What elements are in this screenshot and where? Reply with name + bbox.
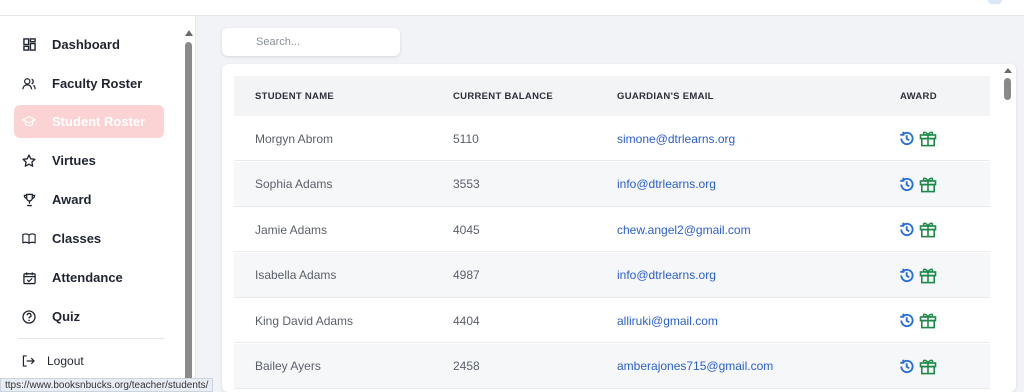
balance-cell: 2458 xyxy=(453,359,480,373)
guardian-email-link[interactable]: simone@dtrlearns.org xyxy=(617,116,735,161)
trophy-icon xyxy=(22,193,36,207)
column-header-current-balance[interactable]: CURRENT BALANCE xyxy=(453,91,553,102)
table-row[interactable]: Bailey Ayers 2458 amberajones715@gmail.com xyxy=(234,343,990,389)
table-row[interactable]: Jamie Adams 4045 chew.angel2@gmail.com xyxy=(234,207,990,252)
sidebar: Dashboard Faculty Roster Student Roster … xyxy=(0,16,196,392)
guardian-email-link[interactable]: info@dtrlearns.org xyxy=(617,253,716,298)
sidebar-item-label: Classes xyxy=(52,231,102,246)
table-row[interactable]: Sophia Adams 3553 info@dtrlearns.org xyxy=(234,161,990,207)
balance-cell: 3553 xyxy=(453,177,480,191)
history-icon[interactable] xyxy=(898,267,915,284)
sidebar-item-label: Attendance xyxy=(52,270,123,285)
users-icon xyxy=(22,77,36,91)
table-row[interactable]: King David Adams 4404 alliruki@gmail.com xyxy=(234,298,990,343)
balance-cell: 4404 xyxy=(453,313,480,328)
table-scrollbar[interactable] xyxy=(1002,64,1014,392)
graduation-cap-icon xyxy=(22,115,36,129)
logout-label: Logout xyxy=(47,354,84,368)
student-table-card: STUDENT NAME CURRENT BALANCE GUARDIAN'S … xyxy=(222,64,1016,392)
sidebar-item-attendance[interactable]: Attendance xyxy=(14,261,164,294)
student-name-cell: Isabella Adams xyxy=(255,268,337,282)
question-circle-icon xyxy=(22,309,36,324)
sidebar-item-label: Student Roster xyxy=(52,114,146,129)
history-icon[interactable] xyxy=(898,176,915,193)
star-icon xyxy=(22,153,36,168)
logout-button[interactable]: Logout xyxy=(14,348,84,374)
table-row[interactable]: Morgyn Abrom 5110 simone@dtrlearns.org xyxy=(234,116,990,161)
sidebar-item-award[interactable]: Award xyxy=(14,183,164,216)
sidebar-item-label: Virtues xyxy=(52,153,96,168)
top-bar xyxy=(0,0,1024,16)
award-actions xyxy=(898,207,937,252)
sidebar-item-virtues[interactable]: Virtues xyxy=(14,144,164,177)
history-icon[interactable] xyxy=(898,312,915,329)
table-header: STUDENT NAME CURRENT BALANCE GUARDIAN'S … xyxy=(234,76,990,116)
sidebar-item-quiz[interactable]: Quiz xyxy=(14,300,164,333)
avatar[interactable] xyxy=(988,0,1002,4)
sidebar-item-dashboard[interactable]: Dashboard xyxy=(14,28,164,61)
student-name-cell: Jamie Adams xyxy=(255,222,328,237)
balance-cell: 5110 xyxy=(453,131,479,146)
gift-icon[interactable] xyxy=(919,221,937,238)
table-scrollbar-thumb[interactable] xyxy=(1004,78,1011,100)
gift-icon[interactable] xyxy=(919,312,937,329)
student-name-cell: King David Adams xyxy=(255,313,354,328)
gift-icon[interactable] xyxy=(919,358,937,375)
gift-icon[interactable] xyxy=(919,130,937,147)
scroll-up-arrow-icon[interactable] xyxy=(185,30,193,36)
sidebar-item-label: Quiz xyxy=(52,309,81,324)
book-icon xyxy=(22,232,36,246)
award-actions xyxy=(898,253,937,298)
student-name-cell: Sophia Adams xyxy=(255,177,333,191)
scroll-up-arrow-icon[interactable] xyxy=(1004,68,1012,73)
sidebar-item-classes[interactable]: Classes xyxy=(14,222,164,255)
table-row[interactable]: Isabella Adams 4987 info@dtrlearns.org xyxy=(234,252,990,298)
logout-icon xyxy=(22,355,35,367)
award-actions xyxy=(898,116,937,161)
sidebar-scrollbar[interactable] xyxy=(184,28,194,392)
sidebar-scrollbar-thumb[interactable] xyxy=(185,42,192,388)
history-icon[interactable] xyxy=(898,358,915,375)
award-actions xyxy=(898,298,937,343)
column-header-student-name[interactable]: STUDENT NAME xyxy=(255,91,334,102)
sidebar-divider xyxy=(18,338,164,339)
student-name-cell: Bailey Ayers xyxy=(255,359,321,373)
balance-cell: 4987 xyxy=(453,268,480,282)
guardian-email-link[interactable]: chew.angel2@gmail.com xyxy=(617,207,751,252)
guardian-email-link[interactable]: amberajones715@gmail.com xyxy=(617,344,773,389)
status-bar-url: ttps://www.booksnbucks.org/teacher/stude… xyxy=(0,378,214,392)
sidebar-item-label: Award xyxy=(52,192,92,207)
sidebar-item-label: Faculty Roster xyxy=(52,76,143,91)
award-actions xyxy=(898,162,937,207)
history-icon[interactable] xyxy=(898,221,915,238)
sidebar-item-label: Dashboard xyxy=(52,37,120,52)
guardian-email-link[interactable]: alliruki@gmail.com xyxy=(617,298,718,343)
dashboard-icon xyxy=(22,38,36,52)
search-input[interactable] xyxy=(222,28,400,56)
history-icon[interactable] xyxy=(898,130,915,147)
gift-icon[interactable] xyxy=(919,176,937,193)
guardian-email-link[interactable]: info@dtrlearns.org xyxy=(617,162,716,207)
student-name-cell: Morgyn Abrom xyxy=(255,131,334,146)
award-actions xyxy=(898,344,937,389)
sidebar-item-faculty-roster[interactable]: Faculty Roster xyxy=(14,67,164,100)
sidebar-item-student-roster[interactable]: Student Roster xyxy=(14,105,164,138)
gift-icon[interactable] xyxy=(919,267,937,284)
calendar-check-icon xyxy=(22,271,36,285)
column-header-award: AWARD xyxy=(900,90,937,102)
column-header-guardian-email[interactable]: GUARDIAN'S EMAIL xyxy=(617,91,714,102)
balance-cell: 4045 xyxy=(453,222,480,237)
